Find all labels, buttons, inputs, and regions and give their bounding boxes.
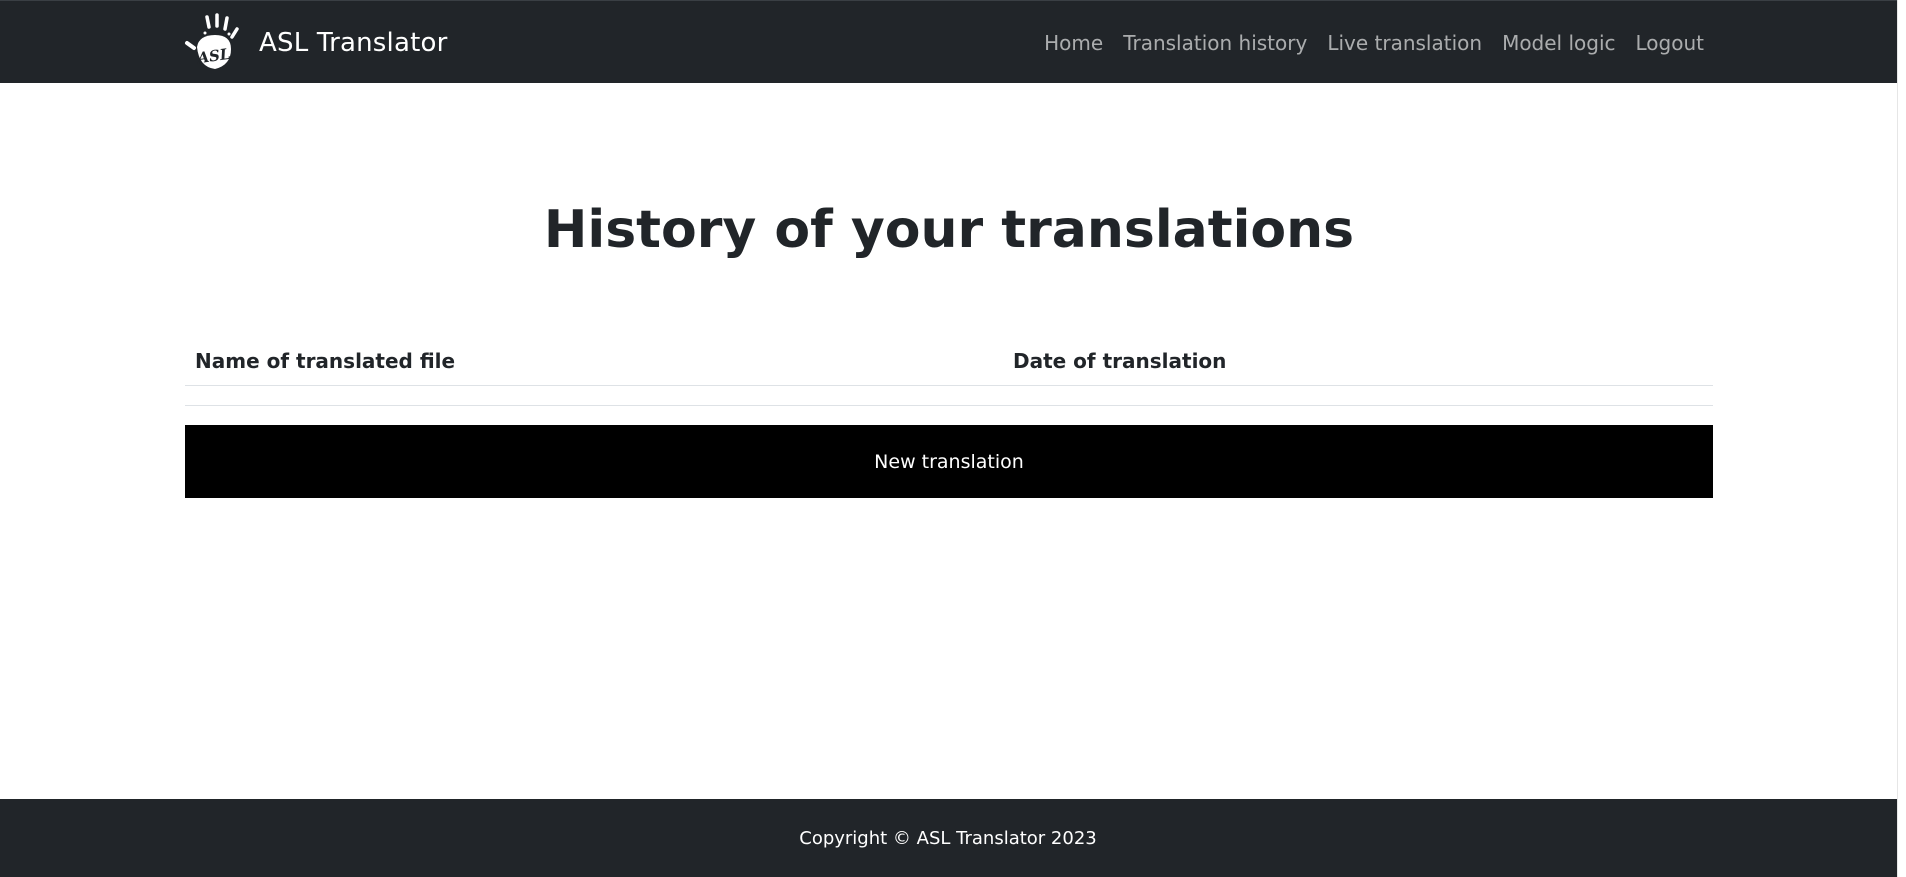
vertical-scrollbar[interactable] <box>1897 0 1906 877</box>
history-table-wrapper: Name of translated file Date of translat… <box>185 338 1713 406</box>
nav-link-translation-history[interactable]: Translation history <box>1123 31 1307 55</box>
table-body <box>185 385 1713 406</box>
column-header-file-name: Name of translated file <box>185 338 1003 386</box>
table-header-row: Name of translated file Date of translat… <box>185 338 1713 386</box>
table-header: Name of translated file Date of translat… <box>185 338 1713 386</box>
page-title: History of your translations <box>543 200 1355 260</box>
table-empty-row <box>185 385 1713 406</box>
column-header-date: Date of translation <box>1003 338 1713 386</box>
nav-link-model-logic[interactable]: Model logic <box>1502 31 1615 55</box>
table-empty-cell <box>185 385 1713 406</box>
nav-link-live-translation[interactable]: Live translation <box>1327 31 1482 55</box>
brand-link[interactable]: ASL ASL Translator <box>183 13 448 73</box>
footer-copyright: Copyright © ASL Translator 2023 <box>799 827 1097 849</box>
top-navbar: ASL ASL Translator Home Translation hist… <box>0 0 1906 83</box>
svg-text:ASL: ASL <box>194 45 231 68</box>
brand-title: ASL Translator <box>259 28 448 58</box>
nav-link-logout[interactable]: Logout <box>1636 31 1704 55</box>
asl-hand-logo-icon: ASL <box>185 13 239 69</box>
new-translation-button[interactable]: New translation <box>185 425 1713 498</box>
nav-links: Home Translation history Live translatio… <box>1024 1 1704 84</box>
footer: Copyright © ASL Translator 2023 <box>0 799 1906 877</box>
history-table: Name of translated file Date of translat… <box>185 338 1713 406</box>
page: ASL ASL Translator Home Translation hist… <box>0 0 1906 877</box>
nav-link-home[interactable]: Home <box>1044 31 1103 55</box>
